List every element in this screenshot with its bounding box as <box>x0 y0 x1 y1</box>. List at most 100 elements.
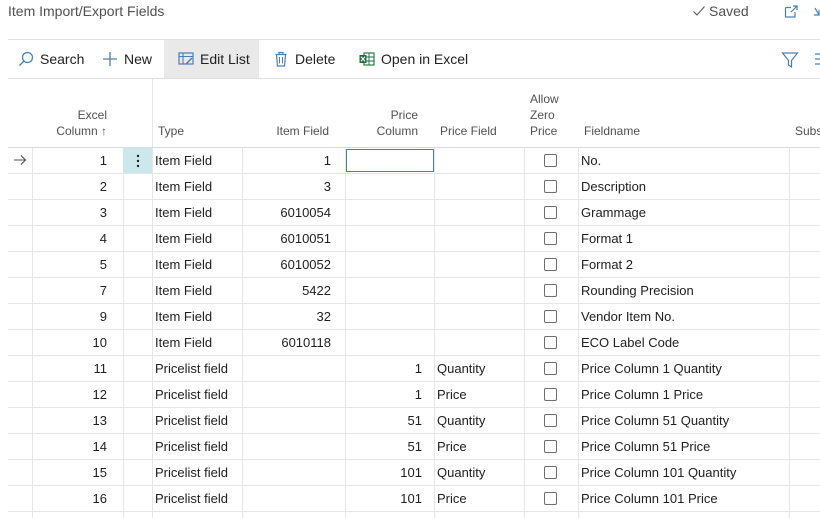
price-column-cell[interactable] <box>345 330 434 355</box>
column-header-item-field[interactable]: Item Field <box>242 79 345 147</box>
type-cell[interactable]: Item Field <box>152 252 242 277</box>
item-field-cell[interactable]: 6010051 <box>242 226 345 251</box>
collapse-icon[interactable] <box>814 7 820 19</box>
open-in-excel-button[interactable]: Open in Excel <box>353 40 474 78</box>
row-actions-cell[interactable] <box>123 486 152 511</box>
row-actions-cell[interactable] <box>123 226 152 251</box>
table-row[interactable]: 15 Pricelist field 101 Quantity Price Column… <box>8 460 820 486</box>
row-actions-cell[interactable] <box>123 356 152 381</box>
allow-zero-price-checkbox[interactable] <box>544 310 557 323</box>
fieldname-cell[interactable]: Rounding Precision <box>578 278 789 303</box>
type-cell[interactable]: Item Field <box>152 148 242 173</box>
row-actions-cell[interactable] <box>123 252 152 277</box>
subs-cell[interactable] <box>789 226 820 251</box>
excel-column-cell[interactable]: 14 <box>32 434 123 459</box>
row-actions-cell[interactable] <box>123 174 152 199</box>
subs-cell[interactable] <box>789 356 820 381</box>
subs-cell[interactable] <box>789 148 820 173</box>
price-column-cell[interactable] <box>345 200 434 225</box>
subs-cell[interactable] <box>789 486 820 511</box>
subs-cell[interactable] <box>789 460 820 485</box>
allow-zero-price-checkbox[interactable] <box>544 336 557 349</box>
subs-cell[interactable] <box>789 174 820 199</box>
fieldname-cell[interactable]: Price Column 1 Price <box>578 382 789 407</box>
column-header-fieldname[interactable]: Fieldname <box>578 79 789 147</box>
excel-column-cell[interactable]: 16 <box>32 486 123 511</box>
allow-zero-price-checkbox[interactable] <box>544 492 557 505</box>
fieldname-cell[interactable]: Description <box>578 174 789 199</box>
fieldname-cell[interactable]: Format 1 <box>578 226 789 251</box>
allow-zero-price-checkbox[interactable] <box>544 466 557 479</box>
table-row[interactable]: 10 Item Field 6010118 ECO Label Code <box>8 330 820 356</box>
fieldname-cell[interactable]: Format 2 <box>578 252 789 277</box>
column-header-price-field[interactable]: Price Field <box>434 79 524 147</box>
excel-column-cell[interactable]: 11 <box>32 356 123 381</box>
price-column-cell[interactable]: 101 <box>345 486 434 511</box>
price-field-cell[interactable]: Quantity <box>434 356 524 381</box>
row-actions-cell[interactable] <box>123 200 152 225</box>
type-cell[interactable]: Pricelist field <box>152 356 242 381</box>
allow-zero-price-checkbox[interactable] <box>544 180 557 193</box>
fieldname-cell[interactable]: Price Column 1 Quantity <box>578 356 789 381</box>
fieldname-cell[interactable]: Price Column 101 Quantity <box>578 460 789 485</box>
fieldname-cell[interactable]: Price Column 51 Quantity <box>578 408 789 433</box>
subs-cell[interactable] <box>789 278 820 303</box>
new-button[interactable]: New <box>96 40 158 78</box>
column-header-subs[interactable]: Subs <box>789 79 820 147</box>
filter-icon[interactable] <box>781 51 799 69</box>
item-field-cell[interactable]: 1 <box>242 148 345 173</box>
column-header-type[interactable]: Type <box>152 79 242 147</box>
fieldname-cell[interactable]: ECO Label Code <box>578 330 789 355</box>
price-column-cell[interactable] <box>345 174 434 199</box>
price-column-cell[interactable] <box>345 252 434 277</box>
excel-column-cell[interactable]: 12 <box>32 382 123 407</box>
type-cell[interactable]: Item Field <box>152 226 242 251</box>
price-column-cell[interactable]: 101 <box>345 460 434 485</box>
table-row[interactable]: 16 Pricelist field 101 Price Price Column 10… <box>8 486 820 512</box>
price-field-cell[interactable]: Quantity <box>434 408 524 433</box>
column-header-allow-zero-price[interactable]: Allow Zero Price <box>524 79 578 147</box>
allow-zero-price-checkbox[interactable] <box>544 232 557 245</box>
allow-zero-price-checkbox[interactable] <box>544 258 557 271</box>
item-field-cell[interactable] <box>242 382 345 407</box>
column-header-price-column[interactable]: Price Column <box>345 79 434 147</box>
excel-column-cell[interactable]: 2 <box>32 174 123 199</box>
excel-column-cell[interactable]: 15 <box>32 460 123 485</box>
open-in-new-window-icon[interactable] <box>783 3 799 19</box>
vertical-ellipsis-icon[interactable] <box>136 154 140 168</box>
type-cell[interactable]: Pricelist field <box>152 382 242 407</box>
column-header-excel-column[interactable]: Excel Column ↑ <box>32 79 123 147</box>
excel-column-cell[interactable]: 3 <box>32 200 123 225</box>
allow-zero-price-checkbox[interactable] <box>544 440 557 453</box>
price-field-cell[interactable]: Quantity <box>434 460 524 485</box>
allow-zero-price-checkbox[interactable] <box>544 388 557 401</box>
price-field-cell[interactable]: Price <box>434 382 524 407</box>
table-row[interactable]: 3 Item Field 6010054 Grammage <box>8 200 820 226</box>
subs-cell[interactable] <box>789 200 820 225</box>
price-field-cell[interactable] <box>434 148 524 173</box>
price-column-cell[interactable] <box>345 278 434 303</box>
row-actions-cell[interactable] <box>123 148 152 173</box>
type-cell[interactable]: Item Field <box>152 304 242 329</box>
price-column-cell[interactable]: 51 <box>345 408 434 433</box>
table-row[interactable]: 13 Pricelist field 51 Quantity Price Column … <box>8 408 820 434</box>
fieldname-cell[interactable]: No. <box>578 148 789 173</box>
item-field-cell[interactable]: 6010052 <box>242 252 345 277</box>
excel-column-cell[interactable]: 13 <box>32 408 123 433</box>
delete-button[interactable]: Delete <box>267 40 341 78</box>
row-actions-cell[interactable] <box>123 278 152 303</box>
allow-zero-price-checkbox[interactable] <box>544 414 557 427</box>
table-row[interactable]: 1 Item Field 1 No. <box>8 148 820 174</box>
subs-cell[interactable] <box>789 408 820 433</box>
type-cell[interactable]: Item Field <box>152 174 242 199</box>
table-row[interactable]: 2 Item Field 3 Description <box>8 174 820 200</box>
excel-column-cell[interactable]: 5 <box>32 252 123 277</box>
item-field-cell[interactable] <box>242 434 345 459</box>
excel-column-cell[interactable]: 10 <box>32 330 123 355</box>
subs-cell[interactable] <box>789 304 820 329</box>
subs-cell[interactable] <box>789 252 820 277</box>
table-row[interactable]: 9 Item Field 32 Vendor Item No. <box>8 304 820 330</box>
fieldname-cell[interactable]: Price Column 101 Price <box>578 486 789 511</box>
search-button[interactable]: Search <box>12 40 90 78</box>
item-field-cell[interactable] <box>242 486 345 511</box>
